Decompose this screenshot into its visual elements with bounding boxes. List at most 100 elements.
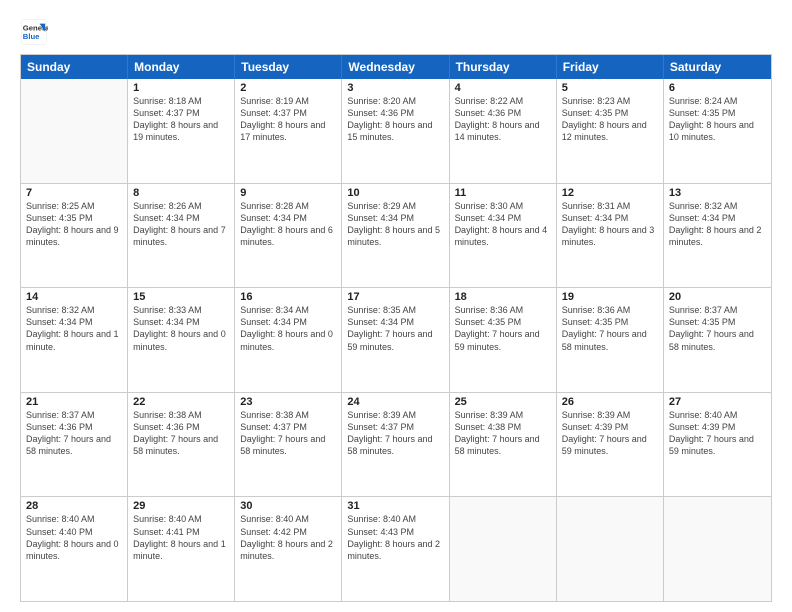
day-cell-9: 9Sunrise: 8:28 AMSunset: 4:34 PMDaylight… (235, 184, 342, 288)
day-header-saturday: Saturday (664, 55, 771, 79)
day-cell-11: 11Sunrise: 8:30 AMSunset: 4:34 PMDayligh… (450, 184, 557, 288)
day-info: Sunrise: 8:29 AMSunset: 4:34 PMDaylight:… (347, 200, 443, 249)
calendar-row-5: 28Sunrise: 8:40 AMSunset: 4:40 PMDayligh… (21, 496, 771, 601)
day-number: 24 (347, 396, 443, 408)
day-info: Sunrise: 8:31 AMSunset: 4:34 PMDaylight:… (562, 200, 658, 249)
day-number: 8 (133, 187, 229, 199)
day-cell-empty-4-5 (557, 497, 664, 601)
calendar-row-1: 1Sunrise: 8:18 AMSunset: 4:37 PMDaylight… (21, 79, 771, 183)
day-info: Sunrise: 8:39 AMSunset: 4:37 PMDaylight:… (347, 409, 443, 458)
day-info: Sunrise: 8:22 AMSunset: 4:36 PMDaylight:… (455, 95, 551, 144)
day-info: Sunrise: 8:30 AMSunset: 4:34 PMDaylight:… (455, 200, 551, 249)
day-info: Sunrise: 8:34 AMSunset: 4:34 PMDaylight:… (240, 304, 336, 353)
day-number: 25 (455, 396, 551, 408)
day-cell-7: 7Sunrise: 8:25 AMSunset: 4:35 PMDaylight… (21, 184, 128, 288)
day-cell-14: 14Sunrise: 8:32 AMSunset: 4:34 PMDayligh… (21, 288, 128, 392)
day-cell-28: 28Sunrise: 8:40 AMSunset: 4:40 PMDayligh… (21, 497, 128, 601)
day-cell-22: 22Sunrise: 8:38 AMSunset: 4:36 PMDayligh… (128, 393, 235, 497)
day-info: Sunrise: 8:40 AMSunset: 4:43 PMDaylight:… (347, 513, 443, 562)
day-number: 29 (133, 500, 229, 512)
day-number: 22 (133, 396, 229, 408)
day-number: 12 (562, 187, 658, 199)
day-number: 28 (26, 500, 122, 512)
day-number: 26 (562, 396, 658, 408)
calendar-header-row: SundayMondayTuesdayWednesdayThursdayFrid… (21, 55, 771, 79)
day-cell-8: 8Sunrise: 8:26 AMSunset: 4:34 PMDaylight… (128, 184, 235, 288)
calendar-row-3: 14Sunrise: 8:32 AMSunset: 4:34 PMDayligh… (21, 287, 771, 392)
day-info: Sunrise: 8:32 AMSunset: 4:34 PMDaylight:… (26, 304, 122, 353)
day-number: 19 (562, 291, 658, 303)
day-cell-empty-4-4 (450, 497, 557, 601)
day-cell-2: 2Sunrise: 8:19 AMSunset: 4:37 PMDaylight… (235, 79, 342, 183)
day-header-thursday: Thursday (450, 55, 557, 79)
day-number: 11 (455, 187, 551, 199)
day-info: Sunrise: 8:32 AMSunset: 4:34 PMDaylight:… (669, 200, 766, 249)
day-cell-19: 19Sunrise: 8:36 AMSunset: 4:35 PMDayligh… (557, 288, 664, 392)
day-cell-5: 5Sunrise: 8:23 AMSunset: 4:35 PMDaylight… (557, 79, 664, 183)
day-header-monday: Monday (128, 55, 235, 79)
day-number: 14 (26, 291, 122, 303)
day-info: Sunrise: 8:36 AMSunset: 4:35 PMDaylight:… (562, 304, 658, 353)
day-info: Sunrise: 8:36 AMSunset: 4:35 PMDaylight:… (455, 304, 551, 353)
day-info: Sunrise: 8:37 AMSunset: 4:35 PMDaylight:… (669, 304, 766, 353)
day-number: 3 (347, 82, 443, 94)
day-number: 21 (26, 396, 122, 408)
day-info: Sunrise: 8:35 AMSunset: 4:34 PMDaylight:… (347, 304, 443, 353)
day-cell-13: 13Sunrise: 8:32 AMSunset: 4:34 PMDayligh… (664, 184, 771, 288)
header: General Blue (20, 18, 772, 46)
day-cell-29: 29Sunrise: 8:40 AMSunset: 4:41 PMDayligh… (128, 497, 235, 601)
day-cell-25: 25Sunrise: 8:39 AMSunset: 4:38 PMDayligh… (450, 393, 557, 497)
logo-icon: General Blue (20, 18, 48, 46)
day-info: Sunrise: 8:39 AMSunset: 4:38 PMDaylight:… (455, 409, 551, 458)
day-cell-17: 17Sunrise: 8:35 AMSunset: 4:34 PMDayligh… (342, 288, 449, 392)
day-number: 9 (240, 187, 336, 199)
day-cell-21: 21Sunrise: 8:37 AMSunset: 4:36 PMDayligh… (21, 393, 128, 497)
day-info: Sunrise: 8:40 AMSunset: 4:39 PMDaylight:… (669, 409, 766, 458)
day-number: 17 (347, 291, 443, 303)
calendar-body: 1Sunrise: 8:18 AMSunset: 4:37 PMDaylight… (21, 79, 771, 601)
day-info: Sunrise: 8:38 AMSunset: 4:37 PMDaylight:… (240, 409, 336, 458)
day-info: Sunrise: 8:40 AMSunset: 4:40 PMDaylight:… (26, 513, 122, 562)
day-info: Sunrise: 8:37 AMSunset: 4:36 PMDaylight:… (26, 409, 122, 458)
page: General Blue SundayMondayTuesdayWednesda… (0, 0, 792, 612)
day-info: Sunrise: 8:38 AMSunset: 4:36 PMDaylight:… (133, 409, 229, 458)
day-header-friday: Friday (557, 55, 664, 79)
day-info: Sunrise: 8:19 AMSunset: 4:37 PMDaylight:… (240, 95, 336, 144)
day-number: 2 (240, 82, 336, 94)
day-cell-23: 23Sunrise: 8:38 AMSunset: 4:37 PMDayligh… (235, 393, 342, 497)
day-info: Sunrise: 8:40 AMSunset: 4:41 PMDaylight:… (133, 513, 229, 562)
day-info: Sunrise: 8:39 AMSunset: 4:39 PMDaylight:… (562, 409, 658, 458)
day-number: 18 (455, 291, 551, 303)
day-cell-1: 1Sunrise: 8:18 AMSunset: 4:37 PMDaylight… (128, 79, 235, 183)
logo: General Blue (20, 18, 52, 46)
calendar-row-2: 7Sunrise: 8:25 AMSunset: 4:35 PMDaylight… (21, 183, 771, 288)
day-cell-18: 18Sunrise: 8:36 AMSunset: 4:35 PMDayligh… (450, 288, 557, 392)
calendar: SundayMondayTuesdayWednesdayThursdayFrid… (20, 54, 772, 602)
day-header-sunday: Sunday (21, 55, 128, 79)
day-cell-16: 16Sunrise: 8:34 AMSunset: 4:34 PMDayligh… (235, 288, 342, 392)
day-info: Sunrise: 8:28 AMSunset: 4:34 PMDaylight:… (240, 200, 336, 249)
day-cell-27: 27Sunrise: 8:40 AMSunset: 4:39 PMDayligh… (664, 393, 771, 497)
day-cell-20: 20Sunrise: 8:37 AMSunset: 4:35 PMDayligh… (664, 288, 771, 392)
day-number: 13 (669, 187, 766, 199)
day-cell-24: 24Sunrise: 8:39 AMSunset: 4:37 PMDayligh… (342, 393, 449, 497)
day-cell-31: 31Sunrise: 8:40 AMSunset: 4:43 PMDayligh… (342, 497, 449, 601)
day-cell-10: 10Sunrise: 8:29 AMSunset: 4:34 PMDayligh… (342, 184, 449, 288)
day-cell-empty-0-0 (21, 79, 128, 183)
day-number: 6 (669, 82, 766, 94)
day-cell-4: 4Sunrise: 8:22 AMSunset: 4:36 PMDaylight… (450, 79, 557, 183)
day-cell-26: 26Sunrise: 8:39 AMSunset: 4:39 PMDayligh… (557, 393, 664, 497)
day-cell-3: 3Sunrise: 8:20 AMSunset: 4:36 PMDaylight… (342, 79, 449, 183)
day-info: Sunrise: 8:23 AMSunset: 4:35 PMDaylight:… (562, 95, 658, 144)
svg-text:Blue: Blue (23, 32, 40, 41)
day-number: 30 (240, 500, 336, 512)
day-number: 20 (669, 291, 766, 303)
day-number: 23 (240, 396, 336, 408)
day-cell-empty-4-6 (664, 497, 771, 601)
day-info: Sunrise: 8:20 AMSunset: 4:36 PMDaylight:… (347, 95, 443, 144)
day-info: Sunrise: 8:40 AMSunset: 4:42 PMDaylight:… (240, 513, 336, 562)
day-header-tuesday: Tuesday (235, 55, 342, 79)
day-number: 16 (240, 291, 336, 303)
day-info: Sunrise: 8:33 AMSunset: 4:34 PMDaylight:… (133, 304, 229, 353)
day-info: Sunrise: 8:26 AMSunset: 4:34 PMDaylight:… (133, 200, 229, 249)
